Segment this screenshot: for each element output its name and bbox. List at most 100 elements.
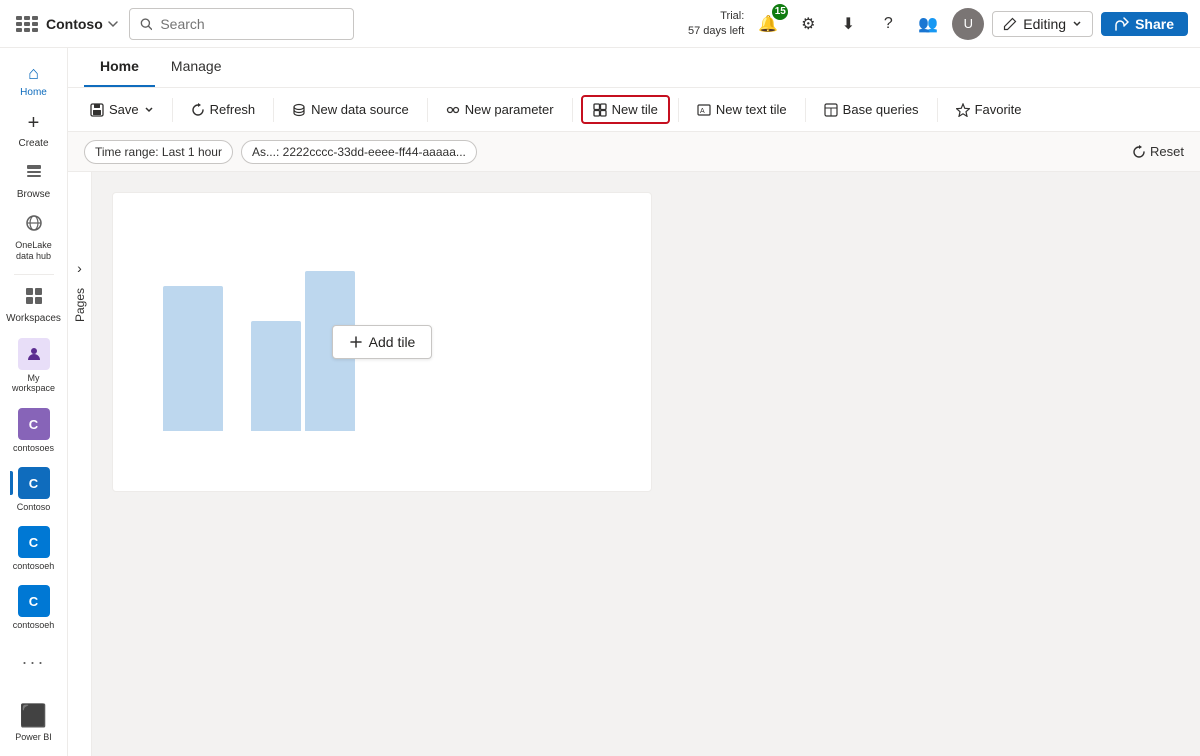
sidebar-item-contoso[interactable]: C Contoso: [6, 461, 62, 518]
content-area: Home Manage Save Refresh New data source: [68, 48, 1200, 756]
new-datasource-button[interactable]: New data source: [282, 97, 419, 122]
refresh-label: Refresh: [210, 102, 256, 117]
time-range-label: Time range: Last 1 hour: [95, 145, 222, 159]
toolbar-sep-1: [172, 98, 173, 122]
sidebar-item-label: Power BI: [15, 732, 52, 742]
top-bar-right: Trial: 57 days left 🔔 15 ⚙ ⬇ ? 👥 U Editi…: [688, 8, 1188, 40]
onelake-icon: [25, 214, 43, 237]
brand-name[interactable]: Contoso: [46, 16, 119, 32]
top-bar: Contoso Trial: 57 days left 🔔 15 ⚙ ⬇ ? 👥…: [0, 0, 1200, 48]
workspaces-icon: [25, 287, 43, 310]
filter-bar: Time range: Last 1 hour As...: 2222cccc-…: [68, 132, 1200, 172]
sidebar-item-contosoes[interactable]: C contosoes: [6, 402, 62, 459]
sidebar-item-label: contosoes: [13, 443, 54, 453]
browse-icon: [25, 163, 43, 186]
sidebar-item-create[interactable]: + Create: [6, 106, 62, 155]
bar-1: [163, 286, 223, 431]
sidebar-item-label: Contoso: [17, 502, 51, 512]
save-icon: [90, 103, 104, 117]
sidebar-item-label: Home: [20, 87, 47, 98]
tab-bar: Home Manage: [68, 48, 1200, 88]
time-range-filter[interactable]: Time range: Last 1 hour: [84, 140, 233, 164]
text-tile-icon: A: [697, 103, 711, 117]
toolbar: Save Refresh New data source New paramet…: [68, 88, 1200, 132]
contoso-icon: C: [18, 467, 50, 499]
favorite-button[interactable]: Favorite: [946, 97, 1032, 122]
sidebar-item-contosoeh1[interactable]: C contosoeh: [6, 520, 62, 577]
help-icon[interactable]: ?: [872, 8, 904, 40]
new-tile-label: New tile: [612, 102, 658, 117]
contosoes-icon: C: [18, 408, 50, 440]
sidebar-item-label: My workspace: [8, 373, 60, 395]
bar-2: [251, 321, 301, 431]
reset-button[interactable]: Reset: [1132, 144, 1184, 159]
editing-label: Editing: [1023, 16, 1066, 32]
contosoeh1-icon: C: [18, 526, 50, 558]
save-button[interactable]: Save: [80, 97, 164, 122]
search-bar[interactable]: [129, 8, 354, 40]
toolbar-sep-4: [572, 98, 573, 122]
add-tile-button[interactable]: Add tile: [332, 325, 433, 359]
base-queries-label: Base queries: [843, 102, 919, 117]
new-text-tile-label: New text tile: [716, 102, 787, 117]
reset-label: Reset: [1150, 144, 1184, 159]
apps-icon[interactable]: [12, 12, 36, 36]
svg-text:A: A: [700, 108, 705, 115]
editing-button[interactable]: Editing: [992, 11, 1093, 37]
more-icon: ···: [22, 652, 46, 673]
sidebar-item-workspaces[interactable]: Workspaces: [6, 281, 62, 330]
sidebar-item-browse[interactable]: Browse: [6, 157, 62, 206]
share-people-icon[interactable]: 👥: [912, 8, 944, 40]
search-input[interactable]: [160, 16, 342, 32]
bar-group-1: [153, 286, 223, 431]
favorite-icon: [956, 103, 970, 117]
powerbi-icon: ⬛: [20, 703, 47, 729]
sidebar-item-onelake[interactable]: OneLake data hub: [6, 208, 62, 268]
sidebar-item-label: contosoeh: [13, 620, 55, 630]
add-tile-label: Add tile: [369, 334, 416, 350]
sidebar-item-home[interactable]: ⌂ Home: [6, 56, 62, 104]
base-queries-button[interactable]: Base queries: [814, 97, 929, 122]
chevron-down-icon: [1072, 19, 1082, 29]
save-chevron-icon: [144, 105, 154, 115]
sidebar-item-more[interactable]: ···: [6, 638, 62, 686]
new-parameter-button[interactable]: New parameter: [436, 97, 564, 122]
tab-manage[interactable]: Manage: [155, 48, 238, 87]
download-icon[interactable]: ⬇: [832, 8, 864, 40]
avatar[interactable]: U: [952, 8, 984, 40]
new-text-tile-button[interactable]: A New text tile: [687, 97, 797, 122]
datasource-icon: [292, 103, 306, 117]
asset-filter[interactable]: As...: 2222cccc-33dd-eeee-ff44-aaaaa...: [241, 140, 477, 164]
contosoeh2-icon: C: [18, 585, 50, 617]
sidebar-item-contosoeh2[interactable]: C contosoeh: [6, 579, 62, 636]
sidebar-item-label: contosoeh: [13, 561, 55, 571]
tab-home[interactable]: Home: [84, 48, 155, 87]
refresh-button[interactable]: Refresh: [181, 97, 266, 122]
toolbar-sep-2: [273, 98, 274, 122]
canvas-area: › Pages: [68, 172, 1200, 756]
new-tile-icon: [593, 103, 607, 117]
home-icon: ⌂: [28, 63, 39, 84]
new-tile-button[interactable]: New tile: [581, 95, 670, 124]
favorite-label: Favorite: [975, 102, 1022, 117]
my-workspace-icon: [18, 338, 50, 370]
tab-manage-label: Manage: [171, 58, 222, 74]
save-label: Save: [109, 102, 139, 117]
pages-label: Pages: [73, 288, 87, 322]
trial-badge: Trial: 57 days left: [688, 9, 744, 38]
settings-icon[interactable]: ⚙: [792, 8, 824, 40]
sidebar-item-label: OneLake data hub: [8, 240, 60, 262]
notification-button[interactable]: 🔔 15: [752, 8, 784, 40]
sidebar-item-powerbi[interactable]: ⬛ Power BI: [6, 697, 62, 748]
pages-panel[interactable]: › Pages: [68, 172, 92, 756]
new-datasource-label: New data source: [311, 102, 409, 117]
sidebar-item-label: Create: [18, 138, 48, 149]
notification-count: 15: [772, 4, 788, 20]
sidebar-item-my-workspace[interactable]: My workspace: [6, 332, 62, 401]
share-button[interactable]: Share: [1101, 12, 1188, 36]
tab-home-label: Home: [100, 58, 139, 74]
pages-toggle-icon[interactable]: ›: [77, 252, 82, 284]
sidebar-divider: [14, 274, 54, 275]
create-icon: +: [28, 112, 40, 135]
dashboard-canvas: Add tile: [92, 172, 1200, 756]
